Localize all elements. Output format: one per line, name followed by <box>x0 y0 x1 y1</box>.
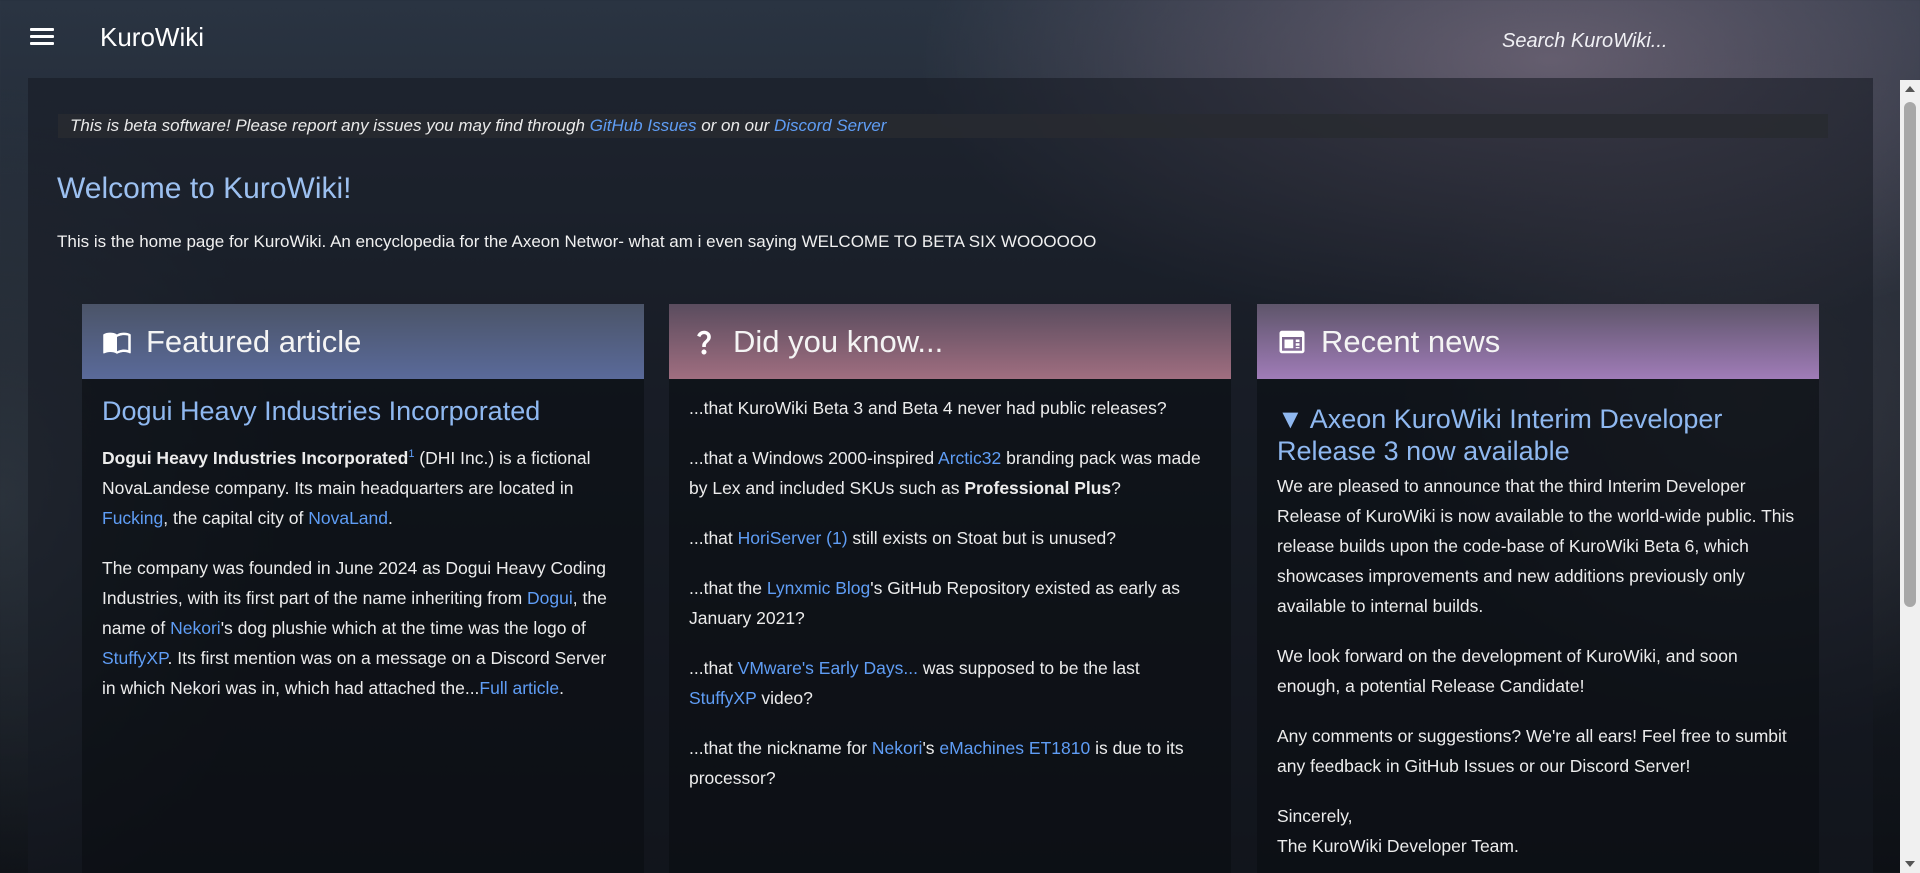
fact-bold: Professional Plus <box>964 478 1112 498</box>
featured-paragraph-1: Dogui Heavy Industries Incorporated1 (DH… <box>102 439 624 533</box>
fucking-link[interactable]: Fucking <box>102 508 163 528</box>
stuffyxp-link[interactable]: StuffyXP <box>102 648 168 668</box>
fact-text: ...that <box>689 658 738 678</box>
fact-text: ...that the nickname for <box>689 738 872 758</box>
did-you-know-header: Did you know... <box>669 304 1231 379</box>
fact-text: ...that the <box>689 578 767 598</box>
fact-text: 's <box>922 738 940 758</box>
fact-6: ...that the nickname for Nekori's eMachi… <box>689 733 1211 793</box>
lynxmic-blog-link[interactable]: Lynxmic Blog <box>767 578 870 598</box>
featured-paragraph-2: The company was founded in June 2024 as … <box>102 553 624 703</box>
featured-text: . <box>559 677 565 698</box>
featured-text: , the capital city of <box>163 507 309 528</box>
horiserver-link[interactable]: HoriServer (1) <box>738 528 848 548</box>
scroll-up-icon[interactable] <box>1905 86 1915 92</box>
stuffyxp-link[interactable]: StuffyXP <box>689 688 756 708</box>
emachines-link[interactable]: eMachines ET1810 <box>939 738 1090 758</box>
fact-4: ...that the Lynxmic Blog's GitHub Reposi… <box>689 573 1211 633</box>
featured-article-header: Featured article <box>82 304 644 379</box>
did-you-know-heading: Did you know... <box>733 323 944 359</box>
full-article-link[interactable]: Full article <box>479 678 559 698</box>
fact-text: ...that a Windows 2000-inspired <box>689 448 939 468</box>
hamburger-menu-icon[interactable] <box>30 24 60 54</box>
fact-text: ? <box>1111 478 1121 498</box>
news-paragraph-1: We are pleased to announce that the thir… <box>1277 476 1795 616</box>
vmware-early-days-link[interactable]: VMware's Early Days... <box>738 658 918 678</box>
scrollbar-thumb[interactable] <box>1904 102 1916 607</box>
page-title: Welcome to KuroWiki! <box>57 172 352 205</box>
question-mark-icon <box>697 330 711 354</box>
book-icon <box>103 332 131 354</box>
fact-text: was supposed to be the last <box>917 658 1140 678</box>
fact-2: ...that a Windows 2000-inspired Arctic32… <box>689 443 1211 503</box>
fact-text: still exists on Stoat but is unused? <box>847 528 1117 548</box>
news-paragraph-2: We look forward on the development of Ku… <box>1277 646 1738 696</box>
intro-text: This is the home page for KuroWiki. An e… <box>57 232 1097 251</box>
featured-article-card: Featured article Dogui Heavy Industries … <box>82 304 644 873</box>
fact-3: ...that HoriServer (1) still exists on S… <box>689 523 1211 553</box>
main-content: This is beta software! Please report any… <box>28 78 1873 873</box>
signoff-line-1: Sincerely, <box>1277 806 1353 826</box>
news-paragraph-3: Any comments or suggestions? We're all e… <box>1277 726 1787 776</box>
fact-1: ...that KuroWiki Beta 3 and Beta 4 never… <box>689 398 1167 418</box>
scroll-down-icon[interactable] <box>1905 861 1915 867</box>
github-issues-link[interactable]: GitHub Issues <box>590 116 697 135</box>
nekori-link[interactable]: Nekori <box>170 618 221 638</box>
recent-news-heading: Recent news <box>1321 323 1501 359</box>
novaland-link[interactable]: NovaLand <box>308 508 388 528</box>
beta-notice-text: This is beta software! Please report any… <box>70 116 590 135</box>
page-scrollbar[interactable] <box>1900 80 1920 873</box>
recent-news-card: Recent news ▼ Axeon KuroWiki Interim Dev… <box>1257 304 1819 873</box>
discord-server-link[interactable]: Discord Server <box>774 116 886 135</box>
did-you-know-card: Did you know... ...that KuroWiki Beta 3 … <box>669 304 1231 873</box>
beta-notice: This is beta software! Please report any… <box>58 114 1828 138</box>
nekori-link[interactable]: Nekori <box>872 738 923 758</box>
search-input[interactable] <box>1500 24 1784 58</box>
news-signoff: Sincerely, The KuroWiki Developer Team. <box>1277 801 1799 861</box>
news-item-toggle[interactable]: ▼ Axeon KuroWiki Interim Developer Relea… <box>1277 403 1799 467</box>
featured-article-heading: Featured article <box>146 323 362 359</box>
site-brand[interactable]: KuroWiki <box>100 22 204 53</box>
fact-text: ...that <box>689 528 738 548</box>
arctic32-link[interactable]: Arctic32 <box>938 448 1001 468</box>
featured-article-title[interactable]: Dogui Heavy Industries Incorporated <box>102 393 624 429</box>
fact-text: video? <box>756 688 813 708</box>
dogui-link[interactable]: Dogui <box>527 588 573 608</box>
recent-news-header: Recent news <box>1257 304 1819 379</box>
featured-text: 's dog plushie which at the time was the… <box>220 617 586 638</box>
beta-notice-text-mid: or on our <box>696 116 774 135</box>
featured-text: . <box>388 507 393 528</box>
signoff-line-2: The KuroWiki Developer Team. <box>1277 836 1519 856</box>
newspaper-icon <box>1279 330 1305 353</box>
fact-5: ...that VMware's Early Days... was suppo… <box>689 653 1211 713</box>
featured-bold-name: Dogui Heavy Industries Incorporated <box>102 447 409 468</box>
top-bar: KuroWiki <box>0 0 1920 78</box>
